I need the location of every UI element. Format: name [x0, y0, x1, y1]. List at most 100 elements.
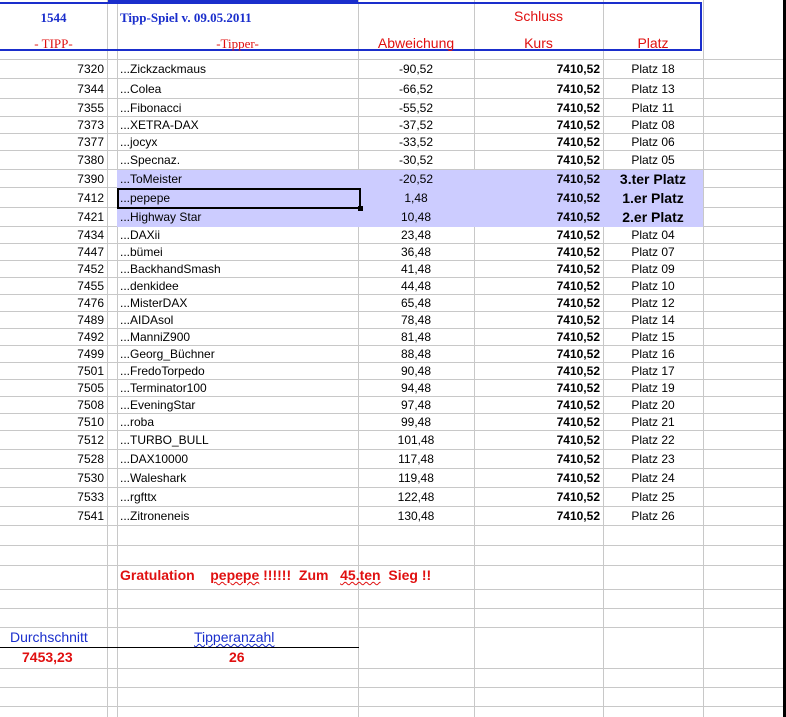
cell-platz[interactable]: Platz 22	[603, 432, 703, 449]
cell-platz[interactable]: Platz 11	[603, 100, 703, 117]
cell-platz[interactable]: Platz 24	[603, 470, 703, 487]
cell-kurs[interactable]: 7410,52	[474, 470, 600, 487]
cell-platz[interactable]: Platz 10	[603, 278, 703, 295]
cell-platz[interactable]: Platz 18	[603, 61, 703, 78]
cell-platz[interactable]: Platz 20	[603, 397, 703, 414]
cell-abweichung[interactable]: 101,48	[358, 432, 474, 449]
cell-kurs[interactable]: 7410,52	[474, 432, 600, 449]
cell-tipper[interactable]: ...rgfttx	[120, 489, 157, 506]
cell-platz[interactable]: 1.er Platz	[603, 190, 703, 207]
cell-kurs[interactable]: 7410,52	[474, 244, 600, 261]
cell-platz[interactable]: Platz 13	[603, 81, 703, 98]
cell-tipper[interactable]: ...Waleshark	[120, 470, 186, 487]
cell-tipp[interactable]: 7512	[0, 432, 104, 449]
cell-tipper[interactable]: ...ManniZ900	[120, 329, 190, 346]
cell-kurs[interactable]: 7410,52	[474, 61, 600, 78]
cell-platz[interactable]: Platz 21	[603, 414, 703, 431]
cell-abweichung[interactable]: 41,48	[358, 261, 474, 278]
cell-tipper[interactable]: ...denkidee	[120, 278, 179, 295]
cell-kurs[interactable]: 7410,52	[474, 363, 600, 380]
cell-kurs[interactable]: 7410,52	[474, 117, 600, 134]
cell-kurs[interactable]: 7410,52	[474, 489, 600, 506]
cell-platz[interactable]: Platz 19	[603, 380, 703, 397]
cell-tipper[interactable]: ...Zitroneneis	[120, 508, 189, 525]
cell-kurs[interactable]: 7410,52	[474, 414, 600, 431]
cell-tipp[interactable]: 7501	[0, 363, 104, 380]
cell-platz[interactable]: Platz 14	[603, 312, 703, 329]
cell-tipp[interactable]: 7455	[0, 278, 104, 295]
cell-abweichung[interactable]: 23,48	[358, 227, 474, 244]
cell-kurs[interactable]: 7410,52	[474, 81, 600, 98]
cell-abweichung[interactable]: -20,52	[358, 171, 474, 188]
cell-platz[interactable]: Platz 23	[603, 451, 703, 468]
cell-tipp[interactable]: 7492	[0, 329, 104, 346]
cell-abweichung[interactable]: 81,48	[358, 329, 474, 346]
cell-kurs[interactable]: 7410,52	[474, 209, 600, 226]
cell-tipper[interactable]: ...roba	[120, 414, 154, 431]
cell-tipper[interactable]: ...MisterDAX	[120, 295, 187, 312]
cell-platz[interactable]: Platz 07	[603, 244, 703, 261]
cell-platz[interactable]: Platz 17	[603, 363, 703, 380]
cell-tipp[interactable]: 7505	[0, 380, 104, 397]
spreadsheet[interactable]: 1544 Tipp-Spiel v. 09.05.2011 Schluss - …	[0, 0, 786, 717]
selected-cell[interactable]	[117, 188, 361, 209]
cell-abweichung[interactable]: 1,48	[358, 190, 474, 207]
cell-abweichung[interactable]: -37,52	[358, 117, 474, 134]
cell-kurs[interactable]: 7410,52	[474, 227, 600, 244]
cell-tipp[interactable]: 7528	[0, 451, 104, 468]
cell-tipp[interactable]: 7434	[0, 227, 104, 244]
cell-tipper[interactable]: ...BackhandSmash	[120, 261, 221, 278]
cell-tipp[interactable]: 7421	[0, 209, 104, 226]
cell-abweichung[interactable]: -33,52	[358, 134, 474, 151]
cell-platz[interactable]: Platz 16	[603, 346, 703, 363]
cell-kurs[interactable]: 7410,52	[474, 295, 600, 312]
cell-abweichung[interactable]: 122,48	[358, 489, 474, 506]
cell-abweichung[interactable]: -30,52	[358, 152, 474, 169]
cell-tipper[interactable]: ...Georg_Büchner	[120, 346, 215, 363]
cell-kurs[interactable]: 7410,52	[474, 451, 600, 468]
cell-abweichung[interactable]: 130,48	[358, 508, 474, 525]
cell-tipp[interactable]: 7476	[0, 295, 104, 312]
cell-tipp[interactable]: 7373	[0, 117, 104, 134]
cell-abweichung[interactable]: 65,48	[358, 295, 474, 312]
cell-platz[interactable]: Platz 06	[603, 134, 703, 151]
cell-tipper[interactable]: ...Colea	[120, 81, 161, 98]
cell-tipp[interactable]: 7533	[0, 489, 104, 506]
cell-kurs[interactable]: 7410,52	[474, 312, 600, 329]
cell-tipper[interactable]: ...Fibonacci	[120, 100, 181, 117]
cell-platz[interactable]: Platz 08	[603, 117, 703, 134]
cell-kurs[interactable]: 7410,52	[474, 397, 600, 414]
cell-tipper[interactable]: ...DAX10000	[120, 451, 188, 468]
cell-tipper[interactable]: ...jocyx	[120, 134, 157, 151]
cell-tipp[interactable]: 7344	[0, 81, 104, 98]
cell-tipp[interactable]: 7489	[0, 312, 104, 329]
cell-tipper[interactable]: ...Zickzackmaus	[120, 61, 206, 78]
cell-abweichung[interactable]: 78,48	[358, 312, 474, 329]
cell-platz[interactable]: Platz 12	[603, 295, 703, 312]
cell-tipper[interactable]: ...DAXii	[120, 227, 160, 244]
cell-kurs[interactable]: 7410,52	[474, 152, 600, 169]
fill-handle[interactable]	[358, 206, 363, 211]
cell-tipper[interactable]: ...EveningStar	[120, 397, 195, 414]
cell-platz[interactable]: Platz 26	[603, 508, 703, 525]
cell-platz[interactable]: Platz 09	[603, 261, 703, 278]
cell-platz[interactable]: Platz 25	[603, 489, 703, 506]
cell-kurs[interactable]: 7410,52	[474, 278, 600, 295]
cell-abweichung[interactable]: 97,48	[358, 397, 474, 414]
cell-tipp[interactable]: 7530	[0, 470, 104, 487]
cell-platz[interactable]: Platz 05	[603, 152, 703, 169]
cell-kurs[interactable]: 7410,52	[474, 380, 600, 397]
cell-tipper[interactable]: ...XETRA-DAX	[120, 117, 199, 134]
cell-tipp[interactable]: 7508	[0, 397, 104, 414]
cell-tipp[interactable]: 7320	[0, 61, 104, 78]
cell-kurs[interactable]: 7410,52	[474, 329, 600, 346]
cell-kurs[interactable]: 7410,52	[474, 508, 600, 525]
cell-tipper[interactable]: ...Terminator100	[120, 380, 207, 397]
cell-platz[interactable]: Platz 04	[603, 227, 703, 244]
cell-tipp[interactable]: 7412	[0, 190, 104, 207]
cell-tipp[interactable]: 7377	[0, 134, 104, 151]
cell-abweichung[interactable]: 94,48	[358, 380, 474, 397]
cell-tipp[interactable]: 7541	[0, 508, 104, 525]
cell-tipp[interactable]: 7510	[0, 414, 104, 431]
cell-abweichung[interactable]: 90,48	[358, 363, 474, 380]
